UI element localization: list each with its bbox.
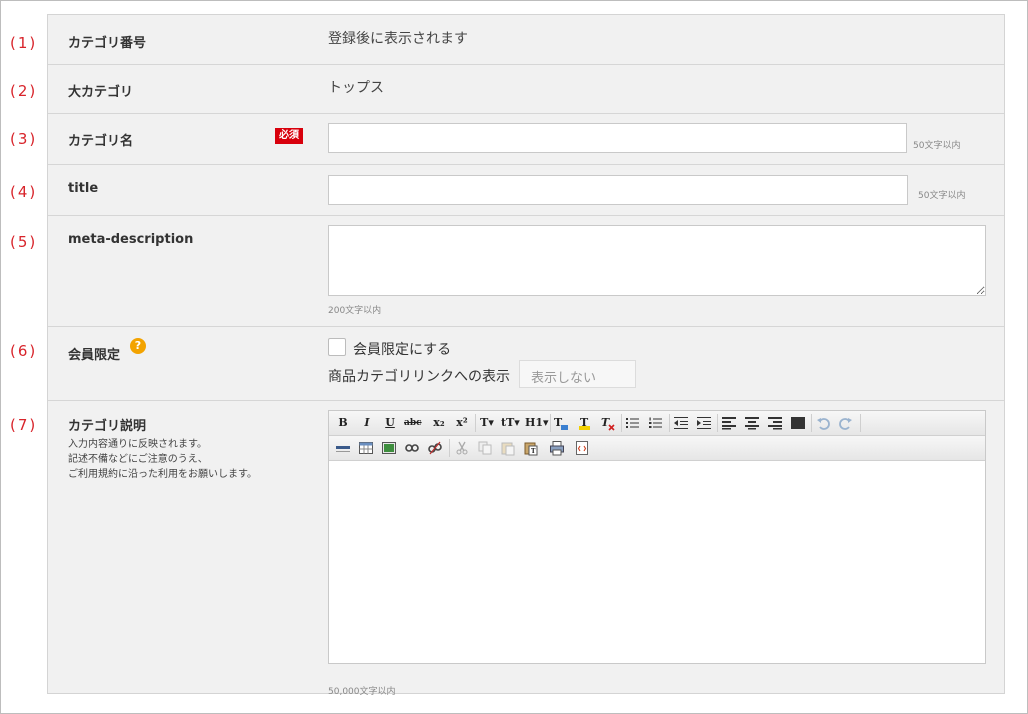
row-number-6: (6) — [10, 342, 38, 360]
outdent-icon[interactable] — [673, 414, 689, 432]
row-category-description: カテゴリ説明 入力内容通りに反映されます。 記述不備などにご注意のうえ、 ご利用… — [48, 400, 1004, 697]
row-number-4: (4) — [10, 183, 38, 201]
undo-icon[interactable] — [815, 414, 831, 432]
row-number-7: (7) — [10, 416, 38, 434]
members-only-checkbox-label[interactable]: 会員限定にする — [353, 339, 451, 359]
note-line-3: ご利用規約に沿った利用をお願いします。 — [68, 469, 257, 480]
redo-icon[interactable] — [838, 414, 854, 432]
rich-text-editor: B I U abc x₂ x² T▾ tT▾ H1▾ T T T T — [328, 410, 986, 664]
title-input[interactable] — [328, 175, 908, 205]
table-icon[interactable] — [358, 439, 374, 457]
heading-button[interactable]: H1▾ — [525, 414, 549, 432]
category-name-label: カテゴリ名 — [68, 134, 134, 149]
meta-description-label: meta-description — [68, 232, 194, 247]
paste-text-icon[interactable]: T — [523, 439, 539, 457]
category-description-label: カテゴリ説明 — [68, 419, 147, 434]
title-label: title — [68, 181, 99, 196]
toolbar-separator — [550, 414, 551, 432]
toolbar-separator — [811, 414, 812, 432]
strikethrough-button[interactable]: abc — [404, 414, 422, 432]
svg-text:T: T — [531, 448, 536, 455]
help-icon[interactable]: ? — [130, 338, 146, 354]
row-number-2: (2) — [10, 82, 38, 100]
align-justify-icon[interactable] — [790, 414, 806, 432]
cut-icon[interactable] — [454, 439, 470, 457]
required-badge: 必須 — [275, 128, 303, 144]
bold-button[interactable]: B — [335, 414, 351, 432]
clear-format-icon[interactable]: T — [600, 414, 616, 432]
source-code-icon[interactable] — [574, 439, 590, 457]
align-right-icon[interactable] — [767, 414, 783, 432]
meta-description-hint: 200文字以内 — [328, 306, 382, 316]
category-form: カテゴリ番号 登録後に表示されます 大カテゴリ トップス カテゴリ名 必須 50… — [47, 14, 1005, 697]
toolbar-separator — [669, 414, 670, 432]
bullet-list-icon[interactable] — [625, 414, 641, 432]
row-category-name: カテゴリ名 必須 50文字以内 — [48, 113, 1004, 165]
superscript-button[interactable]: x² — [454, 414, 470, 432]
toolbar-separator — [860, 414, 861, 432]
text-color-icon[interactable]: T — [553, 414, 569, 432]
title-hint: 50文字以内 — [918, 191, 966, 201]
category-name-input[interactable] — [328, 123, 907, 153]
toolbar-separator — [717, 414, 718, 432]
subscript-button[interactable]: x₂ — [431, 414, 447, 432]
svg-text:T: T — [601, 416, 610, 429]
row-number-1: (1) — [10, 34, 38, 52]
link-display-label: 商品カテゴリリンクへの表示 — [328, 369, 510, 385]
category-number-value: 登録後に表示されます — [328, 31, 468, 47]
italic-button[interactable]: I — [359, 414, 375, 432]
numbered-list-icon[interactable] — [648, 414, 664, 432]
paste-icon[interactable] — [500, 439, 516, 457]
font-family-button[interactable]: T▾ — [479, 414, 495, 432]
align-left-icon[interactable] — [721, 414, 737, 432]
editor-content-area[interactable] — [329, 462, 985, 663]
row-parent-category: 大カテゴリ トップス — [48, 64, 1004, 114]
row-title: title 50文字以内 — [48, 164, 1004, 216]
note-line-1: 入力内容通りに反映されます。 — [68, 439, 207, 450]
horizontal-rule-icon[interactable] — [335, 439, 351, 457]
image-icon[interactable] — [381, 439, 397, 457]
parent-category-value: トップス — [328, 80, 384, 96]
toolbar-separator — [475, 414, 476, 432]
row-members-only: 会員限定 ? 会員限定にする 商品カテゴリリンクへの表示 表示しない — [48, 326, 1004, 401]
link-display-select[interactable]: 表示しない — [519, 360, 636, 388]
link-icon[interactable] — [404, 439, 420, 457]
category-description-note: 入力内容通りに反映されます。 記述不備などにご注意のうえ、 ご利用規約に沿った利… — [68, 437, 257, 482]
editor-toolbar-row-2: T — [329, 436, 985, 461]
category-name-hint: 50文字以内 — [913, 141, 961, 151]
unlink-icon[interactable] — [427, 439, 443, 457]
row-number-5: (5) — [10, 233, 38, 251]
category-description-hint: 50,000文字以内 — [328, 687, 396, 697]
toolbar-separator — [621, 414, 622, 432]
align-center-icon[interactable] — [744, 414, 760, 432]
row-number-3: (3) — [10, 130, 38, 148]
parent-category-label: 大カテゴリ — [68, 85, 134, 100]
row-meta-description: meta-description 200文字以内 — [48, 215, 1004, 327]
row-category-number: カテゴリ番号 登録後に表示されます — [48, 15, 1004, 65]
copy-icon[interactable] — [477, 439, 493, 457]
highlight-color-icon[interactable]: T — [577, 414, 593, 432]
members-only-label: 会員限定 — [68, 348, 121, 363]
font-size-button[interactable]: tT▾ — [501, 414, 520, 432]
editor-toolbar-row-1: B I U abc x₂ x² T▾ tT▾ H1▾ T T T — [329, 411, 985, 436]
toolbar-separator — [449, 439, 450, 457]
svg-text:T: T — [580, 416, 589, 429]
meta-description-textarea[interactable] — [328, 225, 986, 296]
members-only-checkbox[interactable] — [328, 338, 346, 356]
print-icon[interactable] — [549, 439, 565, 457]
note-line-2: 記述不備などにご注意のうえ、 — [68, 454, 208, 465]
underline-button[interactable]: U — [382, 414, 398, 432]
category-number-label: カテゴリ番号 — [68, 36, 147, 51]
indent-icon[interactable] — [696, 414, 712, 432]
